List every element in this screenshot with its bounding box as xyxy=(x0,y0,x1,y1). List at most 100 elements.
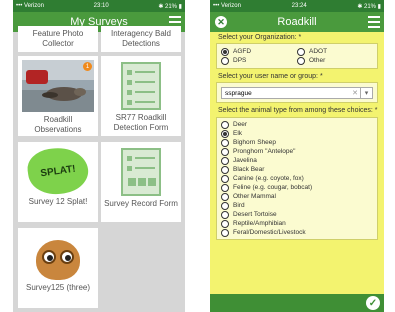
option-label: ADOT xyxy=(309,48,328,55)
time-text: 23:10 xyxy=(93,3,109,9)
roadkill-form-screen: ••• Verizon 23:24 ✱ 21% ▮ ✕ Roadkill Sel… xyxy=(210,0,384,312)
animal-option[interactable]: Feline (e.g. cougar, bobcat) xyxy=(221,183,373,192)
option-label: Feline (e.g. cougar, bobcat) xyxy=(233,184,313,191)
radio-button[interactable] xyxy=(221,174,229,183)
clear-icon[interactable]: ✕ xyxy=(352,89,358,97)
animal-option[interactable]: Pronghorn "Antelope" xyxy=(221,147,373,156)
radio-button[interactable] xyxy=(221,156,229,165)
survey-tile-label: Roadkill Observations xyxy=(34,115,82,134)
submit-check-icon[interactable]: ✓ xyxy=(366,296,380,310)
roadkill-photo-thumbnail: 1 xyxy=(22,60,94,112)
survey-tile-feature-photo[interactable]: Feature Photo Collector xyxy=(18,26,98,52)
battery-text: ✱ 21% ▮ xyxy=(158,3,182,10)
radio-button[interactable] xyxy=(221,165,229,174)
survey-tile-bald-detections[interactable]: Interagency Bald Detections xyxy=(101,26,181,52)
splat-text: SPLAT! xyxy=(39,163,77,179)
survey-tile-roadkill-observations[interactable]: 1 Roadkill Observations xyxy=(18,56,98,136)
survey-tile-label: Feature Photo Collector xyxy=(32,29,84,48)
survey-tile-survey125[interactable]: Survey125 (three) xyxy=(18,228,98,308)
option-label: Feral/Domestic/Livestock xyxy=(233,229,306,236)
org-radio-group: AGFD ADOT DPS Other xyxy=(216,43,378,69)
radio-button[interactable] xyxy=(221,147,229,156)
owl-icon xyxy=(36,240,80,280)
bottom-bar: ✓ xyxy=(210,294,384,312)
radio-button[interactable] xyxy=(221,192,229,201)
battery-text: ✱ 21% ▮ xyxy=(357,3,381,10)
survey-tile-record-form[interactable]: Survey Record Form xyxy=(101,142,181,222)
org-option-dps[interactable]: DPS xyxy=(221,56,297,65)
option-label: Elk xyxy=(233,130,243,137)
org-question-label: Select your Organization: * xyxy=(218,34,302,41)
form-icon xyxy=(121,62,161,110)
radio-button[interactable] xyxy=(221,219,229,228)
option-label: Black Bear xyxy=(233,166,265,173)
survey-tile-label: Survey 12 Splat! xyxy=(28,197,88,206)
status-bar: ••• Verizon 23:10 ✱ 21% ▮ xyxy=(13,0,185,12)
option-label: Other Mammal xyxy=(233,193,276,200)
radio-button[interactable] xyxy=(297,56,305,65)
animal-option[interactable]: Other Mammal xyxy=(221,192,373,201)
animal-option[interactable]: Desert Tortoise xyxy=(221,210,373,219)
survey-tile-label: Interagency Bald Detections xyxy=(110,29,172,48)
radio-button[interactable] xyxy=(221,201,229,210)
app-bar: ✕ Roadkill xyxy=(210,12,384,32)
user-select-value: ssprague xyxy=(225,89,252,97)
org-option-other[interactable]: Other xyxy=(297,56,373,65)
survey-tile-label: SR77 Roadkill Detection Form xyxy=(113,113,169,132)
animal-option[interactable]: Javelina xyxy=(221,156,373,165)
notification-badge: 1 xyxy=(83,62,92,71)
option-label: DPS xyxy=(233,57,247,64)
user-select-panel: ssprague ✕ ▾ xyxy=(216,82,378,103)
radio-button[interactable] xyxy=(221,183,229,192)
page-title: Roadkill xyxy=(277,16,317,28)
animal-option[interactable]: Elk xyxy=(221,129,373,138)
option-label: Javelina xyxy=(233,157,257,164)
carrier-text: ••• Verizon xyxy=(213,3,241,9)
option-label: Canine (e.g. coyote, fox) xyxy=(233,175,304,182)
option-label: Other xyxy=(309,57,326,64)
radio-button[interactable] xyxy=(221,120,229,129)
option-label: Reptile/Amphibian xyxy=(233,220,286,227)
option-label: Deer xyxy=(233,121,248,128)
chevron-down-icon[interactable]: ▾ xyxy=(360,88,372,98)
option-label: Bighorn Sheep xyxy=(233,139,277,146)
radio-button[interactable] xyxy=(297,47,305,56)
survey-tile-label: Survey Record Form xyxy=(104,199,178,208)
option-label: Bird xyxy=(233,202,245,209)
org-option-adot[interactable]: ADOT xyxy=(297,47,373,56)
splat-icon: SPLAT! xyxy=(25,144,91,198)
animal-option[interactable]: Reptile/Amphibian xyxy=(221,219,373,228)
option-label: Pronghorn "Antelope" xyxy=(233,148,296,155)
option-label: Desert Tortoise xyxy=(233,211,277,218)
form-icon xyxy=(121,148,161,196)
org-option-agfd[interactable]: AGFD xyxy=(221,47,297,56)
animal-question-label: Select the animal type from among these … xyxy=(218,107,378,114)
animal-option[interactable]: Black Bear xyxy=(221,165,373,174)
user-question-label: Select your user name or group: * xyxy=(218,73,323,80)
user-select[interactable]: ssprague ✕ ▾ xyxy=(221,87,373,99)
my-surveys-screen: ••• Verizon 23:10 ✱ 21% ▮ My Surveys Fea… xyxy=(13,0,185,312)
radio-button[interactable] xyxy=(221,228,229,237)
radio-button[interactable] xyxy=(221,129,229,138)
radio-button[interactable] xyxy=(221,56,229,65)
animal-option[interactable]: Deer xyxy=(221,120,373,129)
radio-button[interactable] xyxy=(221,138,229,147)
survey-tile-splat[interactable]: SPLAT! Survey 12 Splat! xyxy=(18,142,98,222)
animal-option[interactable]: Canine (e.g. coyote, fox) xyxy=(221,174,373,183)
animal-option[interactable]: Bird xyxy=(221,201,373,210)
close-icon[interactable]: ✕ xyxy=(215,16,227,28)
survey-tile-label: Survey125 (three) xyxy=(25,283,91,292)
animal-option[interactable]: Bighorn Sheep xyxy=(221,138,373,147)
radio-button[interactable] xyxy=(221,210,229,219)
time-text: 23:24 xyxy=(291,3,307,9)
survey-tile-sr77-roadkill[interactable]: SR77 Roadkill Detection Form xyxy=(101,56,181,136)
radio-button[interactable] xyxy=(221,47,229,56)
option-label: AGFD xyxy=(233,48,252,55)
survey-form: Select your Organization: * AGFD ADOT DP… xyxy=(216,32,378,292)
animal-radio-group: Deer Elk Bighorn Sheep Pronghorn "Antelo… xyxy=(216,117,378,240)
animal-option[interactable]: Feral/Domestic/Livestock xyxy=(221,228,373,237)
menu-icon[interactable] xyxy=(368,16,380,28)
carrier-text: ••• Verizon xyxy=(16,3,44,9)
survey-grid: Feature Photo Collector Interagency Bald… xyxy=(13,26,185,312)
status-bar: ••• Verizon 23:24 ✱ 21% ▮ xyxy=(210,0,384,12)
